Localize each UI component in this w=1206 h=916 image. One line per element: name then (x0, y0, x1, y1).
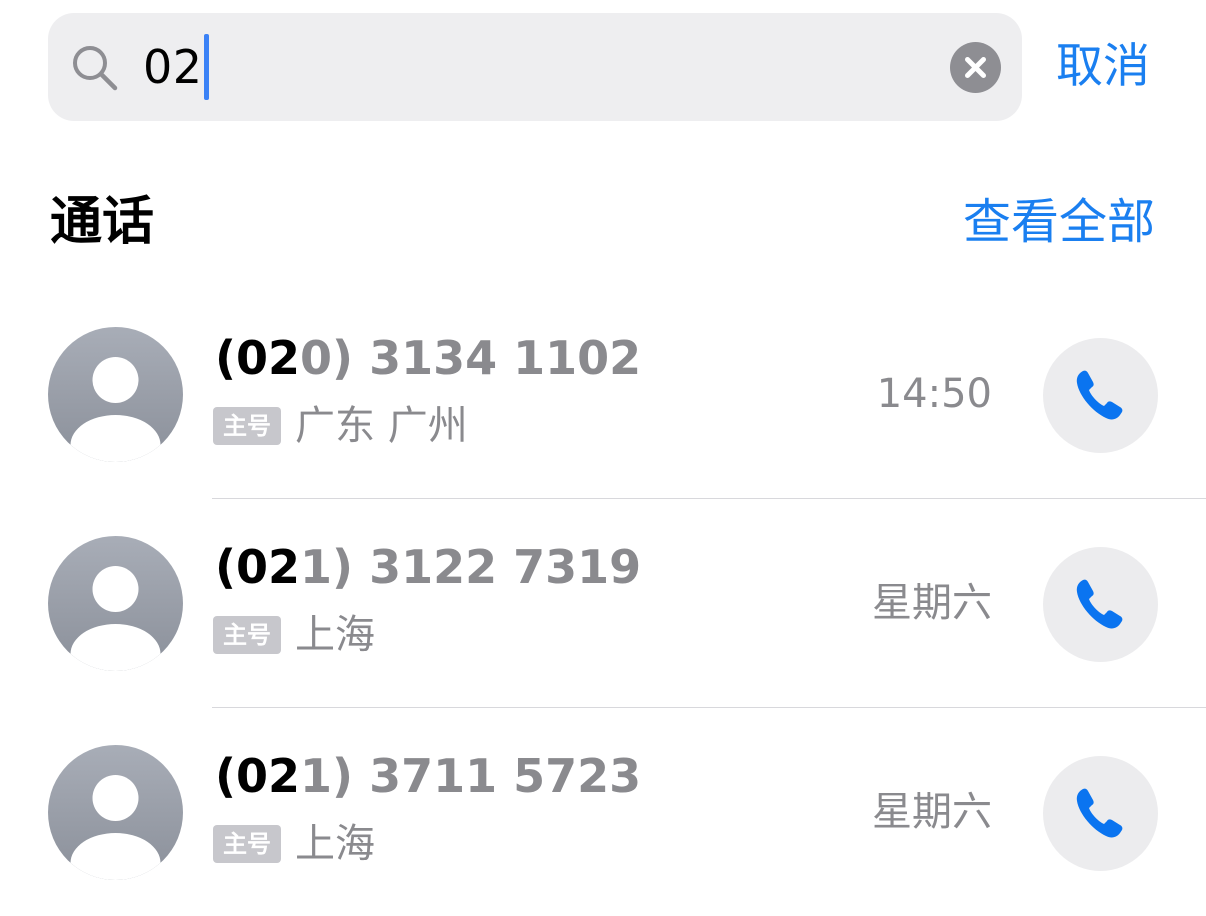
number-prefix: ( (215, 749, 237, 803)
call-time: 星期六 (872, 789, 992, 835)
phone-number: (021) 3122 7319 (215, 537, 641, 597)
avatar (48, 327, 183, 462)
number-info: 主号 上海 (213, 818, 375, 870)
avatar (48, 745, 183, 880)
number-label-badge: 主号 (213, 825, 281, 863)
divider-inset (0, 707, 212, 708)
clear-search-button[interactable] (950, 42, 1001, 93)
search-row: 02 取消 (48, 13, 1206, 121)
location: 广东 广州 (295, 403, 468, 449)
call-time: 14:50 (876, 371, 992, 417)
number-label-badge: 主号 (213, 616, 281, 654)
call-row[interactable]: (021) 3122 7319 主号 上海 星期六 (0, 498, 1206, 707)
call-button[interactable] (1043, 756, 1158, 871)
number-label-badge: 主号 (213, 407, 281, 445)
call-time: 星期六 (872, 580, 992, 626)
number-info: 主号 上海 (213, 609, 375, 661)
phone-icon (1076, 788, 1123, 838)
phone-number: (020) 3134 1102 (215, 328, 641, 388)
number-prefix: ( (215, 540, 237, 594)
number-prefix: ( (215, 331, 237, 385)
call-button[interactable] (1043, 547, 1158, 662)
divider-inset (0, 498, 212, 499)
number-match: 02 (236, 540, 301, 594)
search-icon (70, 43, 120, 93)
phone-icon (1076, 370, 1123, 420)
call-row[interactable]: (020) 3134 1102 主号 广东 广州 14:50 (0, 290, 1206, 498)
number-match: 02 (236, 749, 301, 803)
text-caret (203, 34, 209, 100)
call-button[interactable] (1043, 338, 1158, 453)
search-input[interactable]: 02 (143, 34, 209, 100)
search-field[interactable]: 02 (48, 13, 1022, 121)
person-icon (70, 357, 161, 462)
call-list: (020) 3134 1102 主号 广东 广州 14:50 (021) 312… (0, 290, 1206, 916)
location: 上海 (295, 821, 375, 867)
number-rest: 0) 3134 1102 (300, 331, 642, 385)
cancel-button[interactable]: 取消 (1056, 35, 1150, 99)
number-info: 主号 广东 广州 (213, 400, 468, 452)
clear-icon (965, 57, 986, 78)
location: 上海 (295, 612, 375, 658)
avatar (48, 536, 183, 671)
section-title: 通话 (50, 192, 155, 252)
search-query: 02 (143, 40, 203, 94)
person-icon (70, 566, 161, 671)
number-rest: 1) 3122 7319 (300, 540, 642, 594)
call-row[interactable]: (021) 3711 5723 主号 上海 星期六 (0, 707, 1206, 916)
phone-number: (021) 3711 5723 (215, 746, 641, 806)
see-all-link[interactable]: 查看全部 (963, 186, 1155, 258)
phone-icon (1076, 579, 1123, 629)
person-icon (70, 775, 161, 880)
number-match: 02 (236, 331, 301, 385)
number-rest: 1) 3711 5723 (300, 749, 642, 803)
